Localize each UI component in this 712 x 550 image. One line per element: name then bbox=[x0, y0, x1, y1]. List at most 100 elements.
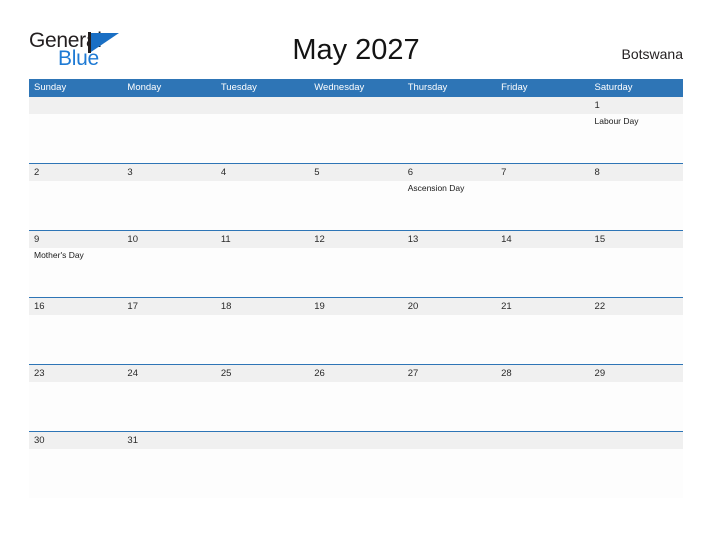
day-cell-event bbox=[309, 248, 402, 297]
day-cell-date[interactable]: 3 bbox=[122, 164, 215, 181]
day-cell-event bbox=[122, 449, 215, 498]
day-cell-date[interactable]: 30 bbox=[29, 432, 122, 449]
day-cell-date[interactable]: 27 bbox=[403, 365, 496, 382]
day-cell-date[interactable]: 18 bbox=[216, 298, 309, 315]
day-cell-date[interactable]: 23 bbox=[29, 365, 122, 382]
day-cell-event bbox=[122, 382, 215, 431]
day-cell-event bbox=[216, 248, 309, 297]
week-event-band bbox=[29, 315, 683, 364]
weekday-header-wednesday: Wednesday bbox=[314, 82, 365, 93]
day-cell-event bbox=[122, 181, 215, 230]
day-cell-event bbox=[29, 181, 122, 230]
day-cell-date[interactable]: 21 bbox=[496, 298, 589, 315]
weekday-header-monday: Monday bbox=[127, 82, 162, 93]
day-cell-date[interactable]: 13 bbox=[403, 231, 496, 248]
day-cell-date[interactable]: 12 bbox=[309, 231, 402, 248]
day-cell-event bbox=[403, 248, 496, 297]
day-cell-event bbox=[29, 382, 122, 431]
day-cell-date[interactable] bbox=[309, 97, 402, 114]
week-date-band: 2 3 4 5 6 7 8 bbox=[29, 164, 683, 181]
week-date-band: 9 10 11 12 13 14 15 bbox=[29, 231, 683, 248]
weekday-header-saturday: Saturday bbox=[594, 82, 633, 93]
day-cell-event bbox=[309, 449, 402, 498]
day-cell-event bbox=[403, 382, 496, 431]
week-date-band: 1 bbox=[29, 97, 683, 114]
day-cell-date[interactable] bbox=[496, 432, 589, 449]
week-date-band: 30 31 bbox=[29, 432, 683, 449]
weekday-header-sunday: Sunday bbox=[34, 82, 67, 93]
week-row: 9 10 11 12 13 14 15 Mother's Day bbox=[29, 230, 683, 297]
day-cell-date[interactable]: 15 bbox=[590, 231, 683, 248]
week-row: 30 31 bbox=[29, 431, 683, 498]
day-cell-event bbox=[29, 449, 122, 498]
day-cell-date[interactable]: 24 bbox=[122, 365, 215, 382]
day-cell-event bbox=[309, 181, 402, 230]
day-cell-event bbox=[216, 315, 309, 364]
week-event-band: Labour Day bbox=[29, 114, 683, 163]
day-cell-event bbox=[590, 248, 683, 297]
week-date-band: 23 24 25 26 27 28 29 bbox=[29, 365, 683, 382]
week-row: 16 17 18 19 20 21 22 bbox=[29, 297, 683, 364]
day-cell-date[interactable]: 22 bbox=[590, 298, 683, 315]
day-cell-event bbox=[216, 114, 309, 163]
day-cell-date[interactable]: 31 bbox=[122, 432, 215, 449]
day-cell-date[interactable]: 16 bbox=[29, 298, 122, 315]
day-cell-event bbox=[590, 382, 683, 431]
week-event-band bbox=[29, 449, 683, 498]
day-cell-date[interactable]: 9 bbox=[29, 231, 122, 248]
day-cell-event bbox=[496, 181, 589, 230]
day-cell-date[interactable] bbox=[590, 432, 683, 449]
weekday-header-row: Sunday Monday Tuesday Wednesday Thursday… bbox=[29, 79, 683, 96]
day-cell-date[interactable] bbox=[403, 97, 496, 114]
day-cell-date[interactable]: 25 bbox=[216, 365, 309, 382]
country-label: Botswana bbox=[621, 46, 683, 62]
day-cell-date[interactable] bbox=[403, 432, 496, 449]
day-cell-date[interactable]: 7 bbox=[496, 164, 589, 181]
day-cell-event bbox=[590, 449, 683, 498]
week-event-band bbox=[29, 382, 683, 431]
day-cell-date[interactable]: 28 bbox=[496, 365, 589, 382]
day-cell-date[interactable]: 11 bbox=[216, 231, 309, 248]
day-cell-date[interactable]: 26 bbox=[309, 365, 402, 382]
day-cell-date[interactable]: 8 bbox=[590, 164, 683, 181]
day-cell-date[interactable]: 29 bbox=[590, 365, 683, 382]
day-cell-event bbox=[496, 449, 589, 498]
day-cell-date[interactable] bbox=[122, 97, 215, 114]
day-cell-date[interactable] bbox=[216, 97, 309, 114]
day-cell-date[interactable] bbox=[216, 432, 309, 449]
week-event-band: Mother's Day bbox=[29, 248, 683, 297]
day-cell-event bbox=[496, 382, 589, 431]
day-cell-event: Mother's Day bbox=[34, 250, 84, 260]
day-cell-date[interactable] bbox=[496, 97, 589, 114]
day-cell-date[interactable] bbox=[309, 432, 402, 449]
calendar-grid: Sunday Monday Tuesday Wednesday Thursday… bbox=[29, 79, 683, 498]
day-cell-event bbox=[403, 449, 496, 498]
day-cell-date[interactable] bbox=[29, 97, 122, 114]
weekday-header-thursday: Thursday bbox=[407, 82, 448, 93]
day-cell-date[interactable]: 5 bbox=[309, 164, 402, 181]
day-cell-date[interactable]: 2 bbox=[29, 164, 122, 181]
day-cell-date[interactable]: 6 bbox=[403, 164, 496, 181]
day-cell-date[interactable]: 19 bbox=[309, 298, 402, 315]
day-cell-date[interactable]: 14 bbox=[496, 231, 589, 248]
day-cell-event bbox=[590, 181, 683, 230]
day-cell-event bbox=[403, 114, 496, 163]
day-cell-date[interactable]: 10 bbox=[122, 231, 215, 248]
day-cell-date[interactable]: 20 bbox=[403, 298, 496, 315]
day-cell-event bbox=[496, 114, 589, 163]
week-row: 1 Labour Day bbox=[29, 96, 683, 163]
day-cell-date[interactable]: 4 bbox=[216, 164, 309, 181]
day-cell-date[interactable]: 17 bbox=[122, 298, 215, 315]
day-cell-event bbox=[29, 315, 122, 364]
day-cell-event bbox=[122, 315, 215, 364]
day-cell-event bbox=[122, 114, 215, 163]
day-cell-event bbox=[309, 315, 402, 364]
week-event-band: Ascension Day bbox=[29, 181, 683, 230]
day-cell-event bbox=[216, 449, 309, 498]
page-header: General Blue May 2027 Botswana bbox=[0, 0, 712, 76]
day-cell-event bbox=[590, 315, 683, 364]
day-cell-event: Ascension Day bbox=[407, 183, 465, 193]
day-cell-event bbox=[309, 382, 402, 431]
day-cell-date[interactable]: 1 bbox=[590, 97, 683, 114]
page-title: May 2027 bbox=[292, 34, 420, 66]
